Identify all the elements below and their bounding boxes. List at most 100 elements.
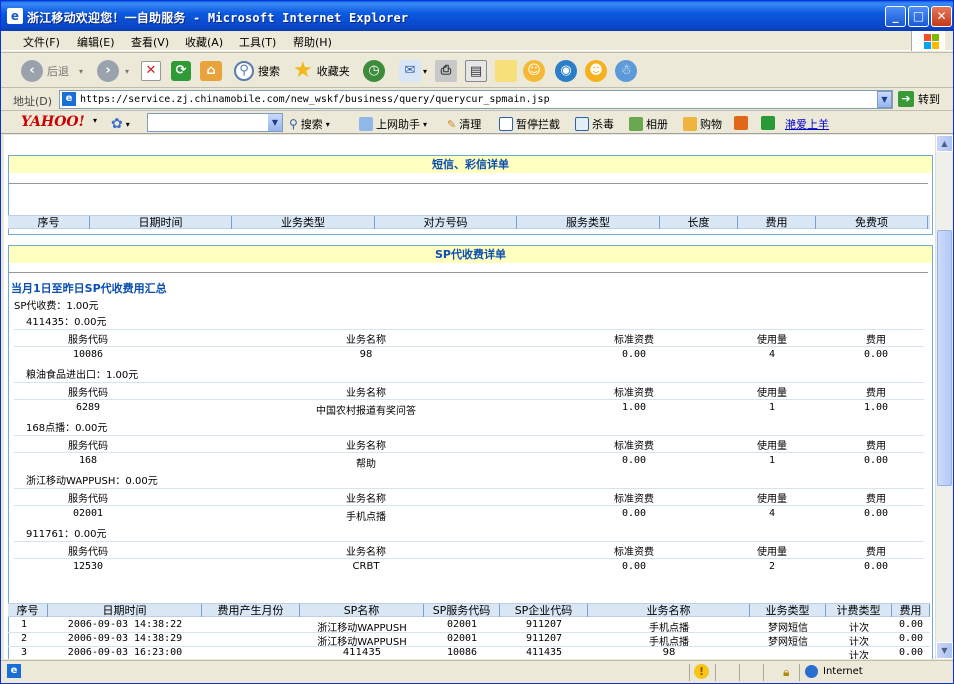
minimize-button[interactable]: _ — [885, 6, 906, 27]
home-button[interactable]: ⌂ — [200, 58, 222, 84]
go-button[interactable]: ➔ 转到 — [898, 91, 940, 107]
col-length: 长度 — [660, 216, 738, 229]
cell-no: 3 — [20, 647, 28, 658]
assistant-button[interactable]: 上网助手 ▾ — [359, 116, 427, 132]
title-bar[interactable]: e 浙江移动欢迎您！一自助服务 - Microsoft Internet Exp… — [1, 1, 953, 31]
album-button[interactable]: 相册 — [629, 116, 668, 132]
mail-dropdown-icon[interactable]: ▾ — [423, 67, 427, 76]
scroll-thumb[interactable] — [937, 230, 952, 486]
maximize-button[interactable]: □ — [908, 6, 929, 27]
close-button[interactable]: ✕ — [931, 6, 952, 27]
sp-panel-header: SP代收费详单 — [9, 246, 932, 263]
vertical-scrollbar[interactable]: ▲ ▼ — [935, 135, 953, 659]
yahoo-flower-button[interactable]: ✿ ▾ — [111, 116, 130, 132]
research-button[interactable]: ◉ — [555, 58, 577, 84]
lock-icon[interactable]: 🔒︎ — [783, 665, 789, 680]
menu-favorites[interactable]: 收藏(A) — [185, 34, 223, 50]
status-bar: e ! 🔒︎ Internet — [1, 660, 953, 683]
cell-time: 2006-09-03 16:23:00 — [67, 647, 183, 658]
standard-toolbar: ‹ 后退 ▾ › ▾ ✕ ⟳ ⌂ ⚲ 搜索 ★ 收藏夹 ◷ ✉ ▾ ⎙ ▤ ☺ … — [1, 52, 953, 88]
stop-button[interactable]: ✕ — [141, 58, 161, 84]
sp-service-name: 帮助 — [356, 459, 376, 470]
yahoo-logo[interactable]: YAHOO! — [21, 114, 85, 130]
refresh-button[interactable]: ⟳ — [171, 58, 191, 84]
back-button[interactable]: ‹ 后退 ▾ — [21, 58, 83, 84]
assistant-icon — [359, 117, 373, 131]
edit-button[interactable]: ▤ — [465, 58, 487, 84]
sp-usage: 4 — [768, 349, 776, 360]
yahoo-search-button[interactable]: ⚲ 搜索 ▾ — [289, 116, 330, 132]
status-divider — [689, 664, 690, 681]
forward-dropdown-icon[interactable]: ▾ — [125, 67, 129, 76]
msn-button[interactable]: ☻ — [585, 58, 607, 84]
sp-rate: 1.00 — [621, 402, 647, 413]
menu-edit[interactable]: 编辑(E) — [77, 34, 115, 50]
status-divider — [739, 664, 740, 681]
col-sp-name: SP名称 — [300, 604, 424, 617]
sp-service-name: 手机点播 — [346, 512, 386, 523]
cell-time: 2006-09-03 14:38:29 — [67, 633, 183, 644]
col-type: 业务类型 — [750, 604, 826, 617]
address-input[interactable]: https://service.zj.chinamobile.com/new_w… — [59, 90, 893, 109]
cell-service: 98 — [662, 647, 676, 658]
print-icon: ⎙ — [435, 60, 457, 82]
ie-page-icon: e — [7, 8, 23, 24]
antivirus-button[interactable]: 杀毒 — [575, 116, 614, 132]
scroll-up-icon[interactable]: ▲ — [936, 135, 953, 152]
menu-tools[interactable]: 工具(T) — [239, 34, 276, 50]
yahoo-search-dropdown-icon[interactable]: ▼ — [268, 114, 282, 131]
row-divider — [14, 505, 924, 506]
cell-no: 1 — [20, 619, 28, 630]
col-head-fee: 费用 — [866, 335, 886, 346]
sp-service-code: 6289 — [75, 402, 101, 413]
address-bar: 地址(D) https://service.zj.chinamobile.com… — [1, 89, 953, 111]
history-button[interactable]: ◷ — [363, 58, 385, 84]
sp-rate: 0.00 — [621, 455, 647, 466]
menu-file[interactable]: 文件(F) — [23, 34, 60, 50]
sp-service-code: 12530 — [72, 561, 104, 572]
shopping-button[interactable]: 购物 — [683, 116, 722, 132]
search-label: 搜索 — [258, 65, 280, 78]
love-link[interactable]: 滟爱上羊 — [785, 116, 829, 132]
sp-summary-title: 当月1日至昨日SP代收费用汇总 — [11, 282, 167, 295]
contacts-button[interactable]: ☃ — [615, 58, 637, 84]
popup-icon — [499, 117, 513, 131]
search-icon: ⚲ — [234, 61, 254, 81]
address-dropdown-icon[interactable]: ▼ — [877, 91, 892, 108]
favorites-star-icon: ★ — [293, 58, 313, 83]
search-button[interactable]: ⚲ 搜索 — [234, 58, 280, 84]
sms-panel-header: 短信、彩信详单 — [9, 156, 932, 173]
back-dropdown-icon[interactable]: ▾ — [79, 67, 83, 76]
yahoo-search-input[interactable]: ▼ — [147, 113, 283, 132]
warning-icon[interactable]: ! — [694, 664, 709, 679]
col-head-code: 服务代码 — [68, 547, 108, 558]
rss-button[interactable] — [734, 116, 748, 130]
col-head-rate: 标准资费 — [614, 388, 654, 399]
yahoo-menu-dropdown-icon[interactable]: ▾ — [93, 116, 97, 125]
sp-service-code: 10086 — [72, 349, 104, 360]
col-fee: 费用 — [892, 604, 930, 617]
forward-button[interactable]: › ▾ — [97, 58, 129, 84]
cell-ent-code: 911207 — [525, 633, 563, 644]
menu-help[interactable]: 帮助(H) — [293, 34, 332, 50]
discuss-button[interactable] — [495, 58, 517, 84]
cell-sp-code: 10086 — [446, 647, 478, 658]
yahoo-search-label: 搜索 — [300, 118, 323, 131]
sp-service-name: 中国农村报道有奖问答 — [316, 406, 416, 417]
mail-green-button[interactable] — [761, 116, 775, 130]
cell-time: 2006-09-03 14:38:22 — [67, 619, 183, 630]
sp-fee: 1.00 — [863, 402, 889, 413]
refresh-icon: ⟳ — [171, 61, 191, 81]
clean-button[interactable]: ✎ 清理 — [447, 116, 481, 132]
search-icon: ⚲ — [289, 117, 298, 131]
menu-view[interactable]: 查看(V) — [131, 34, 169, 50]
scroll-down-icon[interactable]: ▼ — [936, 642, 953, 659]
mail-button[interactable]: ✉ ▾ — [399, 58, 427, 84]
messenger-button[interactable]: ☺ — [523, 58, 545, 84]
sp-service-name: CRBT — [352, 561, 380, 572]
print-button[interactable]: ⎙ — [435, 58, 457, 84]
favorites-button[interactable]: ★ 收藏夹 — [293, 58, 350, 84]
col-month: 费用产生月份 — [202, 604, 300, 617]
row-divider — [14, 399, 924, 400]
popup-block-button[interactable]: 暂停拦截 — [499, 116, 560, 132]
